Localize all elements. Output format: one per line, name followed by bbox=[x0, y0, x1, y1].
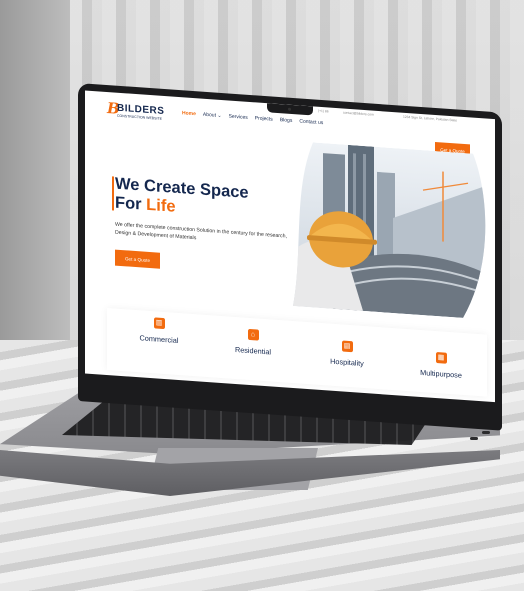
service-commercial[interactable]: ▥ Commercial bbox=[117, 315, 201, 347]
nav-services[interactable]: Services bbox=[229, 114, 248, 121]
service-hospitality[interactable]: ▤ Hospitality bbox=[305, 338, 389, 370]
usb-port bbox=[470, 437, 478, 440]
house-icon: ⌂ bbox=[247, 328, 259, 341]
contact-address: 1234 Sign St, Lahore, Pakistan State bbox=[403, 114, 458, 123]
nav-contact[interactable]: Contact us bbox=[299, 118, 323, 126]
hero-description: We offer the complete construction Solut… bbox=[115, 221, 287, 242]
hero-quote-button[interactable]: Get a Quote bbox=[115, 249, 160, 269]
hero-title: We Create Space For Life bbox=[115, 175, 249, 222]
nav-home[interactable]: Home bbox=[182, 110, 196, 117]
brand-logo[interactable]: B BILDERS CONSTRUCTION WEBSITE bbox=[107, 99, 177, 122]
service-label: Residential bbox=[234, 344, 272, 357]
hero-construction-image bbox=[293, 141, 486, 320]
nav-projects[interactable]: Projects bbox=[255, 115, 273, 122]
background-shadow bbox=[0, 0, 70, 360]
buildings-icon: ▦ bbox=[435, 351, 447, 364]
service-label: Hospitality bbox=[330, 356, 364, 368]
service-label: Commercial bbox=[139, 333, 179, 346]
nav-about[interactable]: About ⌄ bbox=[203, 112, 222, 119]
laptop-lid: B BILDERS CONSTRUCTION WEBSITE Home Abou… bbox=[78, 83, 502, 431]
service-residential[interactable]: ⌂ Residential bbox=[211, 326, 295, 358]
camera-notch bbox=[267, 103, 313, 116]
services-strip: ▥ Commercial ⌂ Residential ▤ Hospitality… bbox=[107, 308, 487, 397]
hero-title-prefix: For bbox=[115, 193, 147, 214]
nav-blogs[interactable]: Blogs bbox=[280, 117, 293, 124]
usb-port bbox=[482, 431, 490, 434]
hero-title-highlight: Life bbox=[146, 195, 176, 216]
camera-icon bbox=[288, 107, 291, 111]
contact-email[interactable]: contact@bilders.com bbox=[343, 111, 374, 117]
website-screen: B BILDERS CONSTRUCTION WEBSITE Home Abou… bbox=[85, 90, 495, 403]
service-multipurpose[interactable]: ▦ Multipurpose bbox=[399, 349, 483, 381]
service-label: Multipurpose bbox=[420, 367, 462, 380]
title-accent-bar bbox=[112, 176, 114, 211]
bank-icon: ▥ bbox=[153, 317, 165, 330]
building-icon: ▤ bbox=[341, 340, 353, 353]
contact-phone: (+1) 86 bbox=[318, 108, 329, 114]
